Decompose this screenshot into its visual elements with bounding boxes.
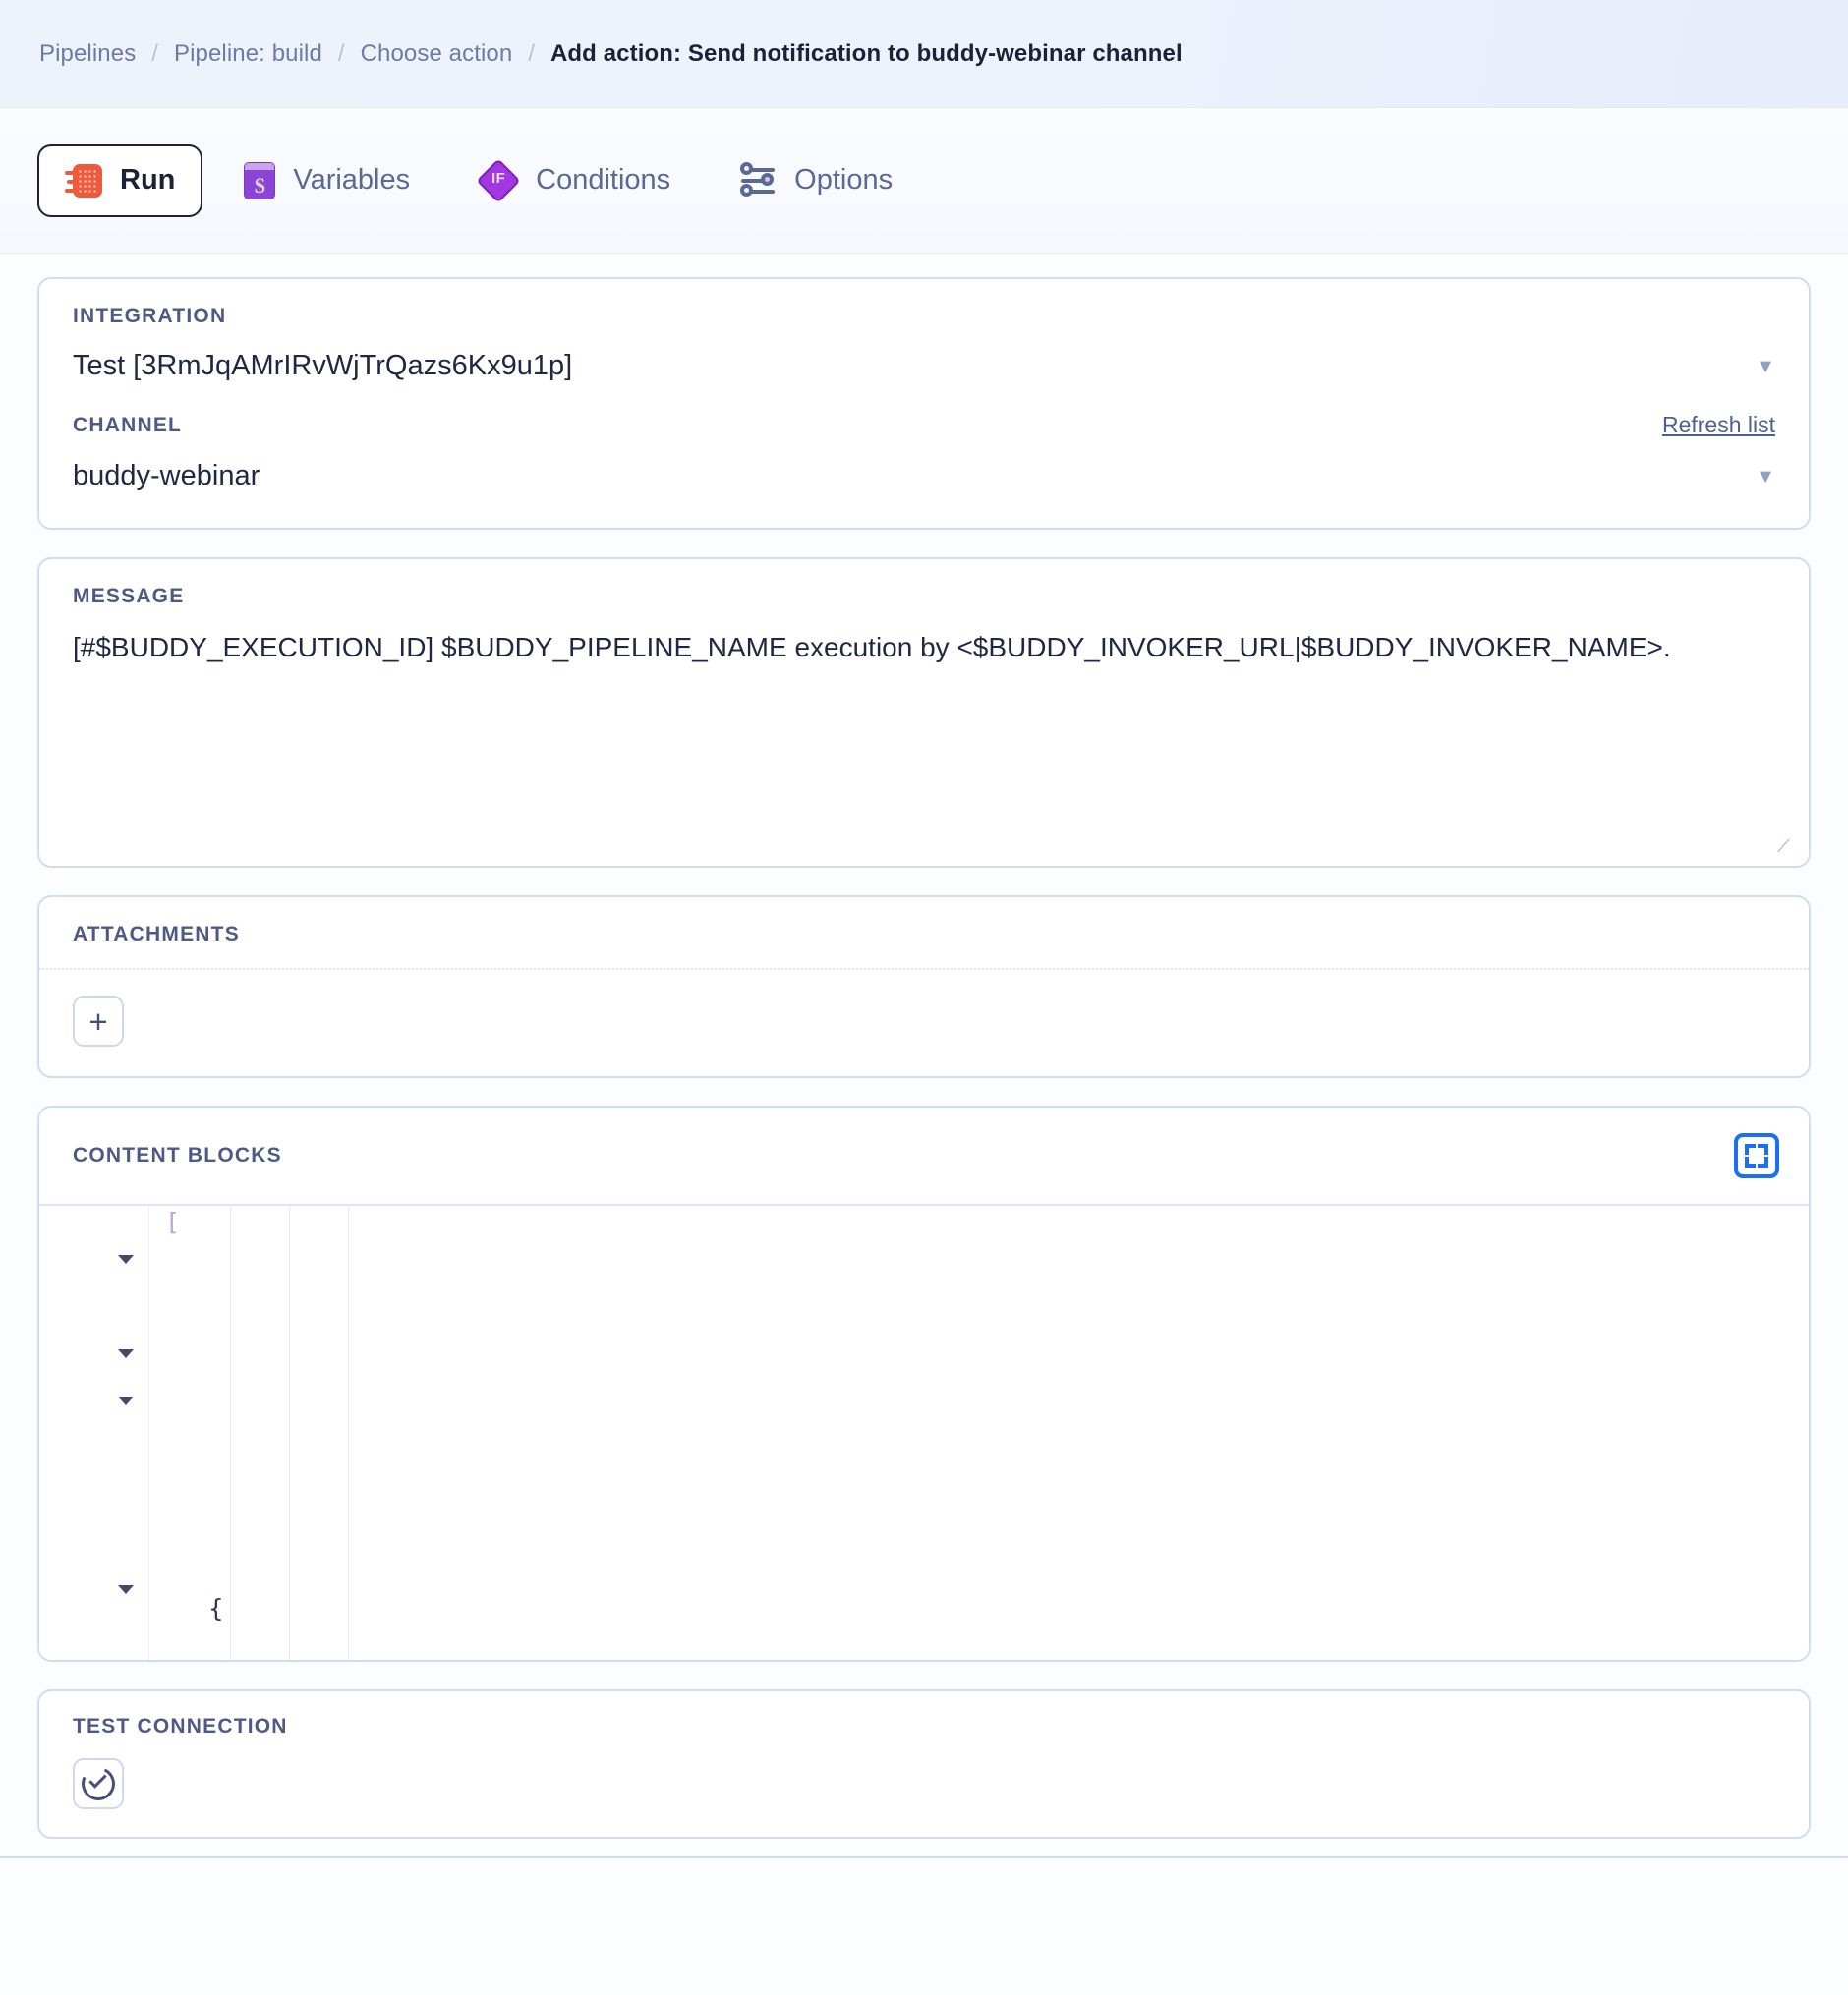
content-blocks-label: CONTENT BLOCKS: [73, 1144, 282, 1167]
chevron-down-icon: ▼: [1756, 465, 1775, 487]
conditions-icon: IF: [476, 157, 521, 203]
options-icon: [739, 161, 777, 198]
fold-toggle[interactable]: [118, 1396, 134, 1405]
fullscreen-icon[interactable]: [1734, 1133, 1779, 1178]
message-card: MESSAGE [#$BUDDY_EXECUTION_ID] $BUDDY_PI…: [37, 557, 1811, 868]
editor-gutter: [39, 1206, 149, 1660]
main-content: INTEGRATION Test [3RmJqAMrIRvWjTrQazs6Kx…: [0, 254, 1848, 1839]
breadcrumb-separator: /: [151, 39, 158, 67]
integration-select[interactable]: Test [3RmJqAMrIRvWjTrQazs6Kx9u1p] ▼: [73, 328, 1775, 388]
channel-label: CHANNEL: [73, 413, 183, 436]
tab-run-label: Run: [120, 164, 176, 196]
breadcrumb-item-current: Add action: Send notification to buddy-w…: [549, 39, 1183, 67]
breadcrumb-item-choose-action[interactable]: Choose action: [361, 40, 513, 68]
refresh-list-link[interactable]: Refresh list: [1662, 412, 1775, 438]
breadcrumb: Pipelines / Pipeline: build / Choose act…: [0, 0, 1848, 108]
tab-bar: Run $ Variables IF Conditions Options: [0, 108, 1848, 254]
message-value: [#$BUDDY_EXECUTION_ID] $BUDDY_PIPELINE_N…: [73, 632, 1671, 662]
tab-options-label: Options: [794, 164, 894, 196]
action-config-page: Pipelines / Pipeline: build / Choose act…: [0, 0, 1848, 1995]
test-connection-label: TEST CONNECTION: [73, 1715, 288, 1738]
fold-toggle[interactable]: [118, 1585, 134, 1594]
content-blocks-editor[interactable]: [ { "type": "section", "fields": [ { "ty…: [39, 1206, 1809, 1660]
tab-variables[interactable]: $ Variables: [216, 144, 437, 217]
channel-select[interactable]: buddy-webinar ▼: [73, 438, 1775, 498]
variables-icon: $: [244, 161, 276, 200]
breadcrumb-separator: /: [528, 39, 535, 67]
integration-card: INTEGRATION Test [3RmJqAMrIRvWjTrQazs6Kx…: [37, 277, 1811, 530]
chevron-down-icon: ▼: [1756, 355, 1775, 377]
channel-value: buddy-webinar: [73, 460, 260, 491]
editor-code[interactable]: { "type": "section", "fields": [ { "type…: [149, 1206, 1809, 1660]
check-circle-icon: [77, 1762, 120, 1805]
tab-conditions-label: Conditions: [536, 164, 671, 196]
plus-icon: +: [88, 1002, 108, 1040]
tab-run[interactable]: Run: [37, 143, 203, 217]
message-textarea[interactable]: [#$BUDDY_EXECUTION_ID] $BUDDY_PIPELINE_N…: [39, 608, 1809, 866]
bottom-divider: [0, 1856, 1848, 1890]
run-icon: [65, 162, 102, 200]
code-line: {: [149, 1594, 224, 1623]
breadcrumb-item-pipeline-build[interactable]: Pipeline: build: [174, 40, 322, 68]
integration-label: INTEGRATION: [73, 305, 227, 327]
tab-options[interactable]: Options: [712, 146, 920, 215]
tab-variables-label: Variables: [293, 164, 411, 196]
resize-handle-icon[interactable]: ⟋: [1777, 836, 1795, 856]
add-attachment-button[interactable]: +: [73, 996, 124, 1047]
content-blocks-card: CONTENT BLOCKS [ {: [37, 1106, 1811, 1662]
test-connection-button[interactable]: [73, 1758, 124, 1809]
breadcrumb-item-pipelines[interactable]: Pipelines: [39, 40, 136, 68]
breadcrumb-separator: /: [337, 39, 345, 67]
fold-toggle[interactable]: [118, 1255, 134, 1264]
fold-toggle[interactable]: [118, 1349, 134, 1358]
integration-value: Test [3RmJqAMrIRvWjTrQazs6Kx9u1p]: [73, 350, 573, 381]
attachments-card: ATTACHMENTS +: [37, 895, 1811, 1078]
tab-conditions[interactable]: IF Conditions: [451, 143, 698, 218]
test-connection-card: TEST CONNECTION: [37, 1689, 1811, 1839]
message-label: MESSAGE: [73, 585, 185, 607]
attachments-label: ATTACHMENTS: [73, 923, 240, 945]
